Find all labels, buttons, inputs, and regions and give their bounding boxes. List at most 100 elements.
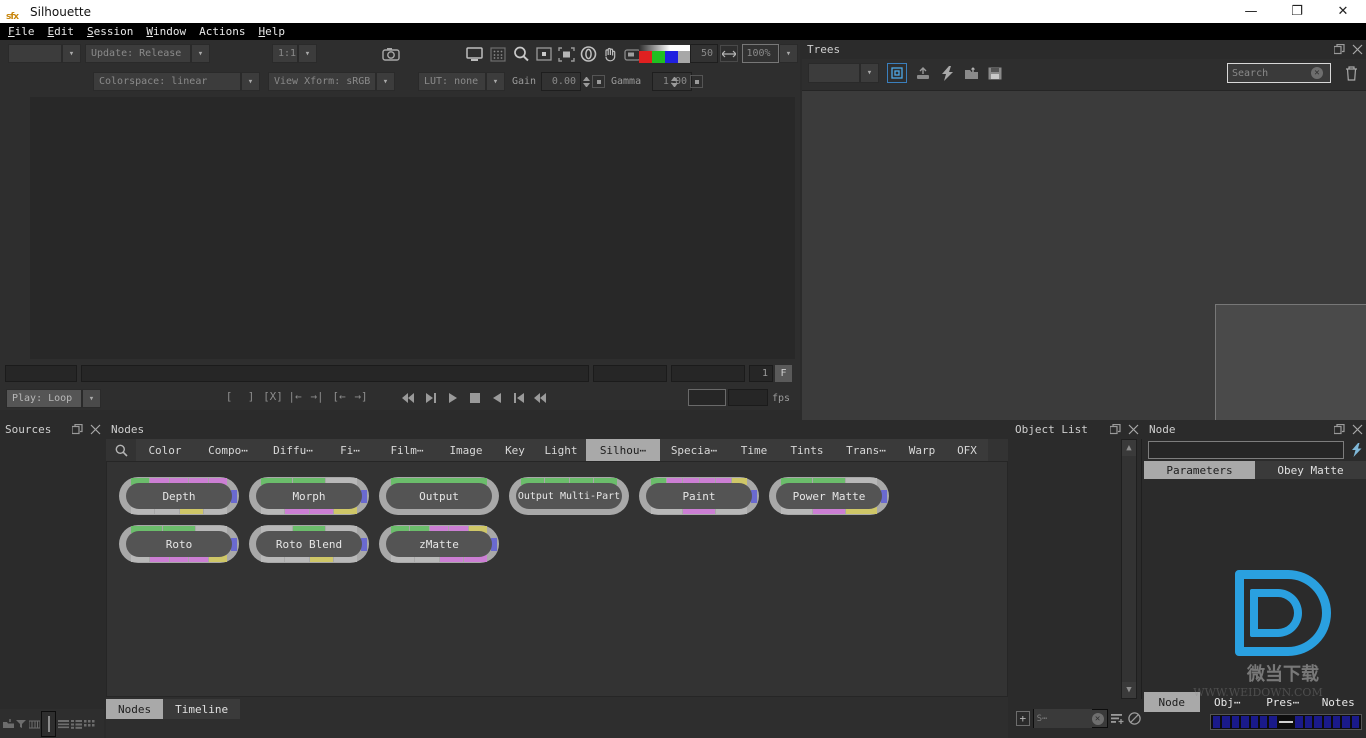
add-source-icon[interactable] bbox=[2, 717, 14, 731]
columns-icon[interactable] bbox=[28, 717, 40, 731]
tab-ofx[interactable]: OFX bbox=[946, 439, 988, 461]
aspect-ratio-combo[interactable]: 1:1 bbox=[272, 44, 298, 63]
rewind-icon[interactable] bbox=[398, 388, 420, 408]
tab-tints[interactable]: Tints bbox=[780, 439, 834, 461]
bottom-tab-notes[interactable]: Notes bbox=[1310, 692, 1366, 712]
gain-stepper[interactable] bbox=[582, 72, 591, 91]
node-tile-power-matte[interactable]: Power Matte bbox=[769, 477, 889, 515]
tab-special[interactable]: Specia⋯ bbox=[660, 439, 728, 461]
grid-icon[interactable] bbox=[488, 44, 508, 64]
aspect-ratio-arrow-icon[interactable]: ▾ bbox=[298, 44, 317, 63]
fast-forward-icon[interactable] bbox=[530, 388, 552, 408]
chevron-up-icon[interactable]: ▲ bbox=[1122, 440, 1136, 456]
filter-icon[interactable] bbox=[15, 717, 27, 731]
hand-icon[interactable] bbox=[600, 44, 620, 64]
play-back-icon[interactable] bbox=[442, 388, 464, 408]
zoom-value[interactable]: 100% bbox=[742, 44, 779, 63]
sources-list[interactable] bbox=[0, 439, 104, 709]
range-field-b[interactable] bbox=[671, 365, 745, 382]
frame-icon[interactable] bbox=[534, 44, 554, 64]
tab-light[interactable]: Light bbox=[536, 439, 586, 461]
node-tile-depth[interactable]: Depth bbox=[119, 477, 239, 515]
menu-window[interactable]: Window bbox=[146, 25, 186, 38]
fit-width-icon[interactable] bbox=[720, 45, 738, 62]
brightness-value[interactable]: 50 bbox=[690, 44, 718, 63]
lightning-icon[interactable] bbox=[1349, 441, 1365, 459]
magnifier-icon[interactable] bbox=[511, 44, 531, 64]
close-icon[interactable] bbox=[1348, 41, 1366, 59]
close-icon[interactable] bbox=[86, 421, 104, 439]
mark-in-button[interactable]: [ bbox=[218, 390, 240, 403]
float-panel-icon[interactable] bbox=[1330, 421, 1348, 439]
maximize-button[interactable]: ❐ bbox=[1274, 0, 1320, 23]
menu-session[interactable]: Session bbox=[87, 25, 133, 38]
tab-warp[interactable]: Warp bbox=[898, 439, 946, 461]
clear-icon[interactable]: ✕ bbox=[1091, 712, 1104, 725]
tab-filter[interactable]: Fi⋯ bbox=[324, 439, 376, 461]
node-tile-roto-blend[interactable]: Roto Blend bbox=[249, 525, 369, 563]
tab-color[interactable]: Color bbox=[136, 439, 194, 461]
step-forward-icon[interactable] bbox=[508, 388, 530, 408]
play-mode-combo[interactable]: Play: Loop bbox=[6, 389, 82, 408]
lut-combo[interactable]: LUT: none bbox=[418, 72, 486, 91]
frame-unit-button[interactable]: F bbox=[775, 365, 792, 382]
float-panel-icon[interactable] bbox=[68, 421, 86, 439]
goto-start-button[interactable]: |← bbox=[284, 390, 306, 403]
tree-select-arrow-icon[interactable]: ▾ bbox=[860, 63, 879, 83]
chevron-down-icon[interactable]: ▼ bbox=[1122, 682, 1136, 698]
close-icon[interactable] bbox=[1124, 421, 1142, 439]
add-object-button[interactable]: + bbox=[1016, 711, 1030, 726]
clear-marks-button[interactable]: [X] bbox=[262, 390, 284, 403]
zoom-combo-arrow-icon[interactable]: ▾ bbox=[779, 44, 798, 63]
fit-icon[interactable] bbox=[556, 44, 576, 64]
step-back-icon[interactable] bbox=[420, 388, 442, 408]
object-search-input[interactable]: S⋯ bbox=[1033, 709, 1092, 728]
object-list-body[interactable]: ▲ ▼ bbox=[1010, 439, 1142, 699]
update-mode-arrow-icon[interactable]: ▾ bbox=[191, 44, 210, 63]
tab-silhouette[interactable]: Silhou⋯ bbox=[586, 439, 660, 461]
view-xform-combo[interactable]: View Xform: sRGB bbox=[268, 72, 376, 91]
tab-transform[interactable]: Trans⋯ bbox=[834, 439, 898, 461]
menu-actions[interactable]: Actions bbox=[199, 25, 245, 38]
save-icon[interactable] bbox=[985, 64, 1005, 82]
minimize-button[interactable]: — bbox=[1228, 0, 1274, 23]
list-view-icon[interactable] bbox=[57, 717, 69, 731]
tab-image[interactable]: Image bbox=[438, 439, 494, 461]
clear-icon[interactable]: ✕ bbox=[1311, 67, 1323, 79]
lut-arrow-icon[interactable]: ▾ bbox=[486, 72, 505, 91]
range-field-a[interactable] bbox=[593, 365, 667, 382]
tab-parameters[interactable]: Parameters bbox=[1144, 461, 1255, 479]
nodes-canvas[interactable]: Depth Morph Output Output Multi-Part Pai… bbox=[106, 461, 1008, 697]
session-combo[interactable] bbox=[8, 44, 62, 63]
bottom-tab-nodes[interactable]: Nodes bbox=[106, 699, 164, 719]
float-panel-icon[interactable] bbox=[1106, 421, 1124, 439]
tab-composite[interactable]: Compo⋯ bbox=[194, 439, 262, 461]
play-forward-icon[interactable] bbox=[486, 388, 508, 408]
prev-key-button[interactable]: [← bbox=[328, 390, 350, 403]
play-mode-arrow-icon[interactable]: ▾ bbox=[82, 389, 101, 408]
open-folder-icon[interactable] bbox=[961, 64, 981, 82]
update-mode-combo[interactable]: Update: Release bbox=[85, 44, 191, 63]
node-parameters-body[interactable] bbox=[1144, 479, 1366, 679]
goto-end-button[interactable]: →| bbox=[306, 390, 328, 403]
view-xform-arrow-icon[interactable]: ▾ bbox=[376, 72, 395, 91]
detail-view-icon[interactable] bbox=[70, 717, 82, 731]
colorspace-arrow-icon[interactable]: ▾ bbox=[241, 72, 260, 91]
tab-key[interactable]: Key bbox=[494, 439, 536, 461]
fps-field-b[interactable] bbox=[728, 389, 768, 406]
trash-icon[interactable] bbox=[1341, 64, 1361, 82]
node-tile-output-multi-part[interactable]: Output Multi-Part bbox=[509, 477, 629, 515]
node-tile-output[interactable]: Output bbox=[379, 477, 499, 515]
close-icon[interactable] bbox=[1348, 421, 1366, 439]
menu-edit[interactable]: Edit bbox=[48, 25, 75, 38]
stop-icon[interactable] bbox=[464, 388, 486, 408]
new-tree-icon[interactable] bbox=[887, 63, 907, 83]
mark-out-button[interactable]: ] bbox=[240, 390, 262, 403]
session-combo-arrow-icon[interactable]: ▾ bbox=[62, 44, 81, 63]
current-frame-field[interactable]: 1 bbox=[749, 365, 773, 382]
thumb-view-icon[interactable] bbox=[83, 717, 95, 731]
bottom-tab-presets[interactable]: Pres⋯ bbox=[1255, 692, 1311, 712]
tab-obey-matte[interactable]: Obey Matte bbox=[1255, 461, 1366, 479]
timecode-in-field[interactable] bbox=[5, 365, 77, 382]
bottom-tab-node[interactable]: Node bbox=[1144, 692, 1200, 712]
